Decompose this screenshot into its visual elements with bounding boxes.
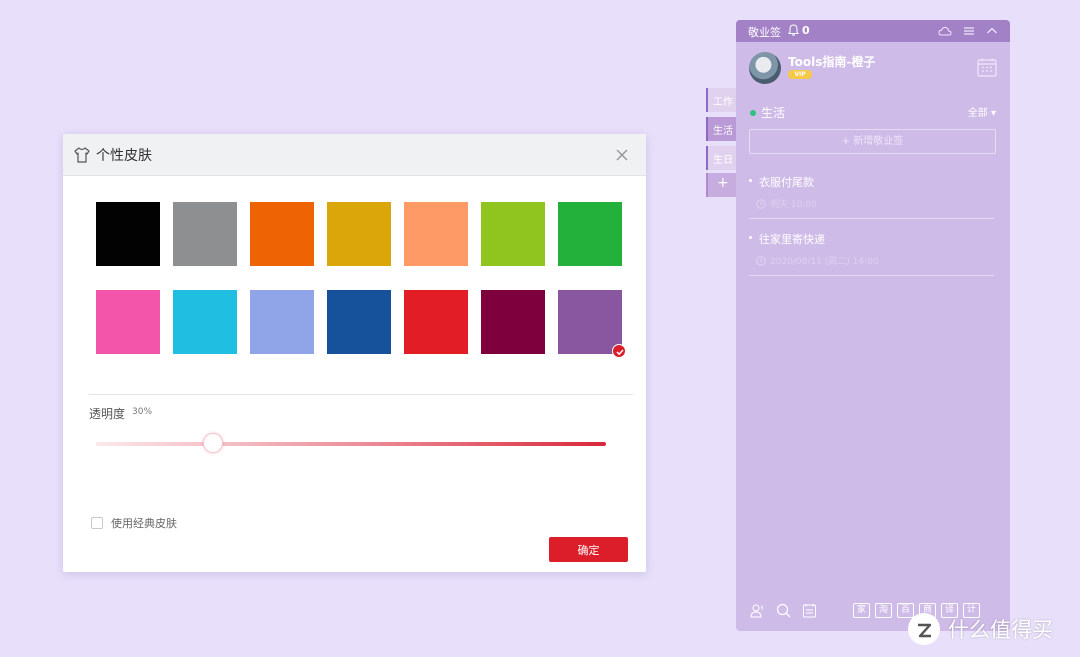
classic-skin-option[interactable]: 使用经典皮肤 [91, 515, 177, 531]
dialog-title: 个性皮肤 [96, 148, 152, 164]
note-reminder: 明天 10:00 [756, 197, 817, 210]
tab-label: 生日 [713, 155, 733, 166]
tab-label: 生活 [713, 126, 733, 137]
note-time: 明天 10:00 [770, 200, 817, 210]
color-swatch[interactable] [481, 202, 545, 266]
color-swatch[interactable] [250, 202, 314, 266]
notes-icon[interactable] [802, 603, 817, 618]
note-time: 2020/08/11 (周二) 14:00 [770, 257, 879, 267]
menu-icon[interactable] [963, 25, 975, 37]
classic-skin-label: 使用经典皮肤 [111, 517, 177, 530]
color-swatch-grid [96, 202, 626, 358]
close-icon[interactable] [614, 147, 630, 163]
tab-birthday[interactable]: 生日 [706, 146, 736, 170]
color-swatch[interactable] [173, 202, 237, 266]
note-title: 往家里寄快递 [759, 233, 825, 246]
color-swatch[interactable] [327, 290, 391, 354]
add-note-button[interactable]: + 新增敬业签 [749, 129, 996, 154]
color-swatch[interactable] [96, 290, 160, 354]
opacity-slider[interactable] [96, 433, 606, 453]
watermark-text: 什么值得买 [948, 618, 1053, 642]
color-swatch[interactable] [558, 202, 622, 266]
tab-label: 工作 [713, 97, 733, 108]
color-swatch[interactable] [173, 290, 237, 354]
opacity-value: 30% [132, 407, 153, 417]
check-icon [612, 344, 626, 358]
plus-icon: + [717, 175, 729, 191]
shirt-icon [74, 147, 90, 163]
contacts-icon[interactable] [750, 603, 765, 618]
note-item[interactable]: 衣服付尾款 明天 10:00 [749, 174, 994, 219]
opacity-label: 透明度 [89, 407, 126, 421]
divider [89, 394, 633, 395]
confirm-button[interactable]: 确定 [549, 537, 628, 562]
current-category: 生活 [750, 104, 785, 121]
note-item[interactable]: 往家里寄快递 2020/08/11 (周二) 14:00 [749, 231, 994, 276]
note-title: 衣服付尾款 [759, 176, 814, 189]
tab-work[interactable]: 工作 [706, 88, 736, 112]
color-swatch[interactable] [404, 290, 468, 354]
color-swatch[interactable] [404, 202, 468, 266]
watermark-logo [908, 613, 940, 645]
search-icon[interactable] [776, 603, 791, 618]
color-swatch[interactable] [327, 202, 391, 266]
note-reminder: 2020/08/11 (周二) 14:00 [756, 254, 879, 267]
watermark: 什么值得买 [908, 613, 1053, 645]
note-bullet [749, 179, 752, 182]
color-swatch[interactable] [250, 290, 314, 354]
clock-icon [756, 255, 766, 266]
notification-count: 0 [802, 24, 810, 37]
note-bullet [749, 236, 752, 239]
shortcut-button[interactable]: 淘 [875, 603, 892, 618]
smzdm-logo-icon [918, 623, 932, 638]
app-name: 敬业签 [748, 26, 781, 39]
category-dot [750, 109, 756, 116]
bell-icon[interactable] [788, 24, 799, 36]
panel-titlebar: 敬业签 0 [736, 20, 1010, 42]
color-swatch[interactable] [481, 290, 545, 354]
color-swatch[interactable] [558, 290, 626, 358]
classic-skin-checkbox[interactable] [91, 517, 103, 529]
add-tab-button[interactable]: + [706, 173, 736, 197]
avatar[interactable] [749, 52, 781, 84]
collapse-icon[interactable] [986, 25, 998, 37]
opacity-slider-thumb[interactable] [203, 433, 224, 453]
titlebar-icons [938, 25, 998, 37]
tab-life[interactable]: 生活 [706, 117, 736, 141]
dialog-header: 个性皮肤 [63, 134, 646, 176]
skin-dialog: 个性皮肤 透明度 30% 使用经典皮肤 确定 [63, 134, 646, 572]
category-label: 生活 [761, 106, 786, 120]
sticky-notes-panel: 敬业签 0 Tools指南-橙子 VIP 生活 全部 ▾ + 新增敬业签 衣服付… [736, 20, 1010, 631]
calendar-icon[interactable] [977, 58, 997, 77]
shortcut-button[interactable]: 家 [853, 603, 870, 618]
cloud-sync-icon[interactable] [938, 25, 952, 37]
color-swatch[interactable] [96, 202, 160, 266]
user-name: Tools指南-橙子 [788, 55, 876, 69]
filter-dropdown[interactable]: 全部 ▾ [968, 104, 996, 119]
clock-icon [756, 198, 766, 209]
vip-badge: VIP [788, 70, 812, 79]
